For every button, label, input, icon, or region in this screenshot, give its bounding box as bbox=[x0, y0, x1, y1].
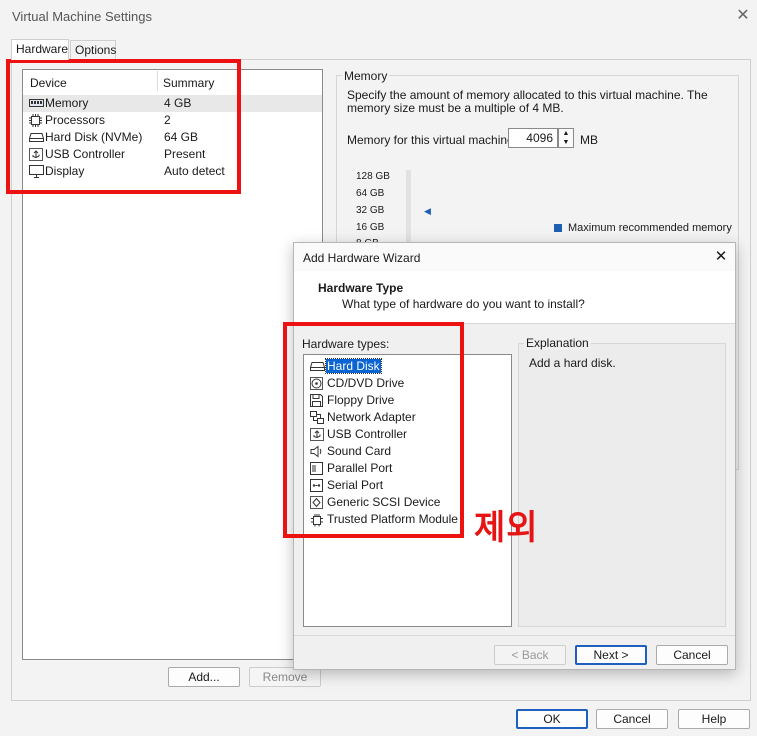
spin-up-icon[interactable]: ▲ bbox=[559, 129, 573, 138]
tab-options[interactable]: Options bbox=[70, 40, 116, 59]
annotation-label: 제외 bbox=[474, 508, 539, 548]
annotation-box-hardware-types bbox=[283, 322, 464, 538]
memory-input[interactable]: 4096 bbox=[508, 128, 558, 148]
explanation-text: Add a hard disk. bbox=[529, 356, 616, 370]
legend-swatch bbox=[554, 224, 562, 232]
cancel-button[interactable]: Cancel bbox=[596, 709, 668, 729]
tab-hardware[interactable]: Hardware bbox=[11, 39, 69, 60]
wizard-divider bbox=[294, 635, 735, 636]
close-icon[interactable]: ✕ bbox=[733, 6, 753, 26]
memory-group-title: Memory bbox=[342, 69, 390, 83]
help-button[interactable]: Help bbox=[678, 709, 750, 729]
next-button[interactable]: Next > bbox=[575, 645, 647, 665]
legend-max-recommended: Maximum recommended memory bbox=[568, 222, 732, 234]
spin-down-icon[interactable]: ▼ bbox=[559, 138, 573, 147]
explanation-group bbox=[518, 343, 726, 627]
memory-slider[interactable] bbox=[406, 170, 411, 250]
memory-unit: MB bbox=[580, 133, 598, 147]
wizard-subheading: What type of hardware do you want to ins… bbox=[342, 297, 585, 311]
remove-device-button[interactable]: Remove bbox=[249, 667, 321, 687]
memory-description: Specify the amount of memory allocated t… bbox=[347, 88, 708, 115]
recommended-marker-icon: ◀ bbox=[424, 206, 431, 216]
memory-tick: 128 GB bbox=[356, 171, 390, 182]
wizard-heading: Hardware Type bbox=[318, 281, 404, 295]
memory-spinner[interactable]: ▲ ▼ bbox=[558, 128, 574, 148]
annotation-box-devices bbox=[6, 59, 241, 194]
memory-tick: 16 GB bbox=[356, 222, 385, 233]
wizard-title: Add Hardware Wizard bbox=[303, 251, 421, 265]
window-title: Virtual Machine Settings bbox=[12, 9, 152, 24]
ok-button[interactable]: OK bbox=[516, 709, 588, 729]
add-device-button[interactable]: Add... bbox=[168, 667, 240, 687]
back-button[interactable]: < Back bbox=[494, 645, 566, 665]
memory-tick: 64 GB bbox=[356, 188, 385, 199]
explanation-title: Explanation bbox=[524, 336, 591, 350]
wizard-cancel-button[interactable]: Cancel bbox=[656, 645, 728, 665]
memory-tick: 32 GB bbox=[356, 205, 385, 216]
close-icon[interactable]: ✕ bbox=[712, 248, 730, 266]
memory-field-label: Memory for this virtual machine: bbox=[347, 133, 518, 147]
